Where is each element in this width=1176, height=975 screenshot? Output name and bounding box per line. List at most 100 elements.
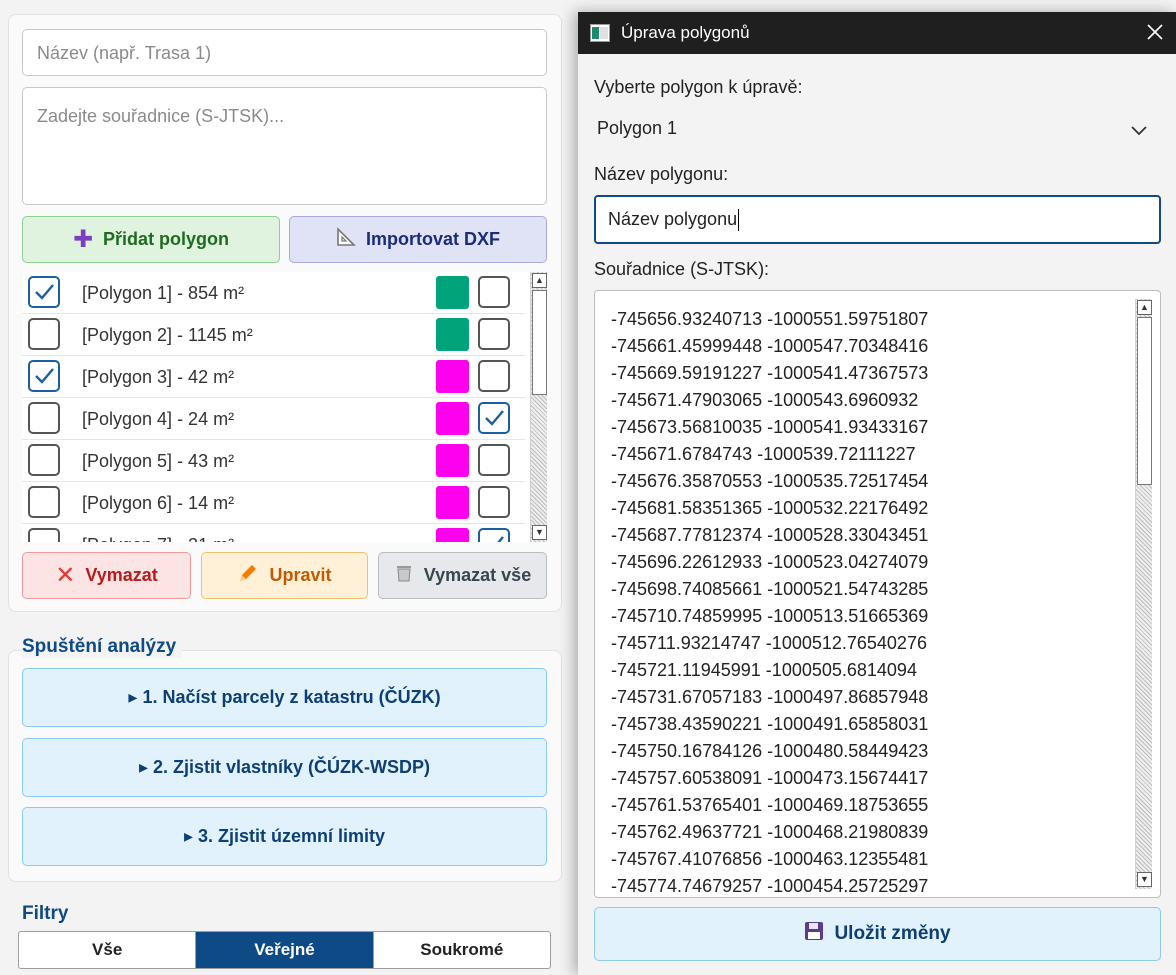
polygon-checkbox[interactable]: [28, 276, 60, 308]
color-swatch[interactable]: [436, 276, 469, 309]
polygon-select[interactable]: Polygon 1: [594, 112, 1161, 148]
find-owners-button[interactable]: ▸ 2. Zjistit vlastníky (ČÚZK-WSDP): [22, 738, 547, 797]
delete-label: Vymazat: [85, 565, 158, 585]
color-swatch[interactable]: [436, 528, 469, 542]
list-item[interactable]: [Polygon 7] - 21 m²: [22, 524, 525, 542]
polygon-label: [Polygon 5] - 43 m²: [82, 451, 235, 471]
edit-label: Upravit: [269, 565, 332, 585]
polygon-label: [Polygon 6] - 14 m²: [82, 493, 235, 513]
polygon-label: [Polygon 7] - 21 m²: [82, 524, 234, 542]
color-swatch[interactable]: [436, 486, 469, 519]
import-dxf-label: Importovat DXF: [365, 229, 500, 249]
visibility-checkbox[interactable]: [478, 402, 510, 434]
visibility-checkbox[interactable]: [478, 276, 510, 308]
list-item[interactable]: [Polygon 5] - 43 m²: [22, 440, 525, 482]
coordinate-line: -745681.58351365 -1000532.22176492: [611, 498, 929, 518]
coordinate-line: -745661.45999448 -1000547.70348416: [611, 336, 929, 356]
filter-private[interactable]: Soukromé: [374, 932, 550, 968]
coordinates-editor[interactable]: -745656.93240713 -1000551.59751807 -74566…: [594, 290, 1161, 898]
visibility-checkbox[interactable]: [478, 486, 510, 518]
list-item[interactable]: [Polygon 3] - 42 m²: [22, 356, 525, 398]
polygon-checkbox[interactable]: [28, 360, 60, 392]
scroll-thumb[interactable]: [532, 290, 547, 395]
load-parcels-button[interactable]: ▸ 1. Načíst parcely z katastru (ČÚZK): [22, 668, 547, 727]
window-icon: [590, 24, 610, 47]
polygon-checkbox[interactable]: [28, 402, 60, 434]
add-polygon-label: Přidat polygon: [103, 229, 230, 249]
polygon-label: [Polygon 3] - 42 m²: [82, 367, 235, 387]
polygon-label: [Polygon 1] - 854 m²: [82, 283, 245, 303]
analysis-title: Spuštění analýzy: [22, 636, 183, 658]
x-icon: ✕: [55, 561, 76, 589]
scroll-up-button[interactable]: ▲: [1137, 300, 1152, 315]
filter-segmented-control: Vše Veřejné Soukromé: [18, 931, 551, 969]
polygon-list-scrollbar[interactable]: ▲ ▼: [530, 272, 547, 542]
list-item[interactable]: [Polygon 2] - 1145 m²: [22, 314, 525, 356]
coordinate-line: -745669.59191227 -1000541.47367573: [611, 363, 929, 383]
coordinate-line: -745767.41076856 -1000463.12355481: [611, 849, 929, 869]
list-item[interactable]: [Polygon 6] - 14 m²: [22, 482, 525, 524]
filter-public[interactable]: Veřejné: [196, 932, 374, 968]
edit-polygons-dialog: Úprava polygonů Vyberte polygon k úpravě…: [578, 12, 1176, 975]
color-swatch[interactable]: [436, 402, 469, 435]
import-dxf-button[interactable]: Importovat DXF: [289, 216, 547, 263]
dialog-title: Úprava polygonů: [621, 23, 750, 42]
list-item[interactable]: [Polygon 4] - 24 m²: [22, 398, 525, 440]
color-swatch[interactable]: [436, 318, 469, 351]
visibility-checkbox[interactable]: [478, 318, 510, 350]
save-changes-label: Uložit změny: [834, 923, 951, 944]
coordinate-line: -745710.74859995 -1000513.51665369: [611, 606, 929, 626]
scroll-down-button[interactable]: ▼: [532, 525, 547, 540]
delete-button[interactable]: ✕ Vymazat: [22, 552, 191, 599]
filter-all[interactable]: Vše: [19, 932, 197, 968]
coordinate-line: -745738.43590221 -1000491.65858031: [611, 714, 929, 734]
coordinates-scrollbar[interactable]: ▲ ▼: [1135, 299, 1152, 889]
visibility-checkbox[interactable]: [478, 444, 510, 476]
polygon-name-field[interactable]: Název polygonu: [594, 195, 1161, 244]
coordinates-textarea[interactable]: Zadejte souřadnice (S-JTSK)...: [22, 87, 547, 205]
polygon-label: [Polygon 4] - 24 m²: [82, 409, 235, 429]
coordinate-line: -745731.67057183 -1000497.86857948: [611, 687, 929, 707]
polygon-checkbox[interactable]: [28, 318, 60, 350]
polygon-list: [Polygon 1] - 854 m² [Polygon 2] - 1145 m…: [22, 272, 547, 542]
save-changes-button[interactable]: Uložit změny: [594, 907, 1161, 961]
coordinate-line: -745711.93214747 -1000512.76540276: [611, 633, 927, 653]
select-polygon-label: Vyberte polygon k úpravě:: [594, 77, 803, 97]
polygon-name-value: Název polygonu: [608, 209, 738, 229]
edit-button[interactable]: Upravit: [201, 552, 368, 599]
floppy-disk-icon: [804, 921, 824, 947]
polygon-checkbox[interactable]: [28, 444, 60, 476]
scroll-thumb[interactable]: [1137, 317, 1152, 485]
visibility-checkbox[interactable]: [478, 360, 510, 392]
coordinate-line: -745671.6784743 -1000539.72111227: [611, 444, 916, 464]
scroll-up-button[interactable]: ▲: [532, 273, 547, 288]
coordinate-line: -745762.49637721 -1000468.21980839: [611, 822, 929, 842]
coordinate-line: -745774.74679257 -1000454.25725297: [611, 876, 929, 896]
polygon-checkbox[interactable]: [28, 486, 60, 518]
trash-icon: [394, 563, 414, 588]
scroll-down-button[interactable]: ▼: [1137, 872, 1152, 887]
pencil-icon: [237, 562, 259, 589]
color-swatch[interactable]: [436, 360, 469, 393]
close-icon[interactable]: [1146, 23, 1164, 46]
coordinate-line: -745761.53765401 -1000469.18753655: [611, 795, 929, 815]
plus-icon: ✚: [72, 225, 94, 253]
polygon-label: [Polygon 2] - 1145 m²: [82, 325, 253, 345]
color-swatch[interactable]: [436, 444, 469, 477]
coordinate-line: -745698.74085661 -1000521.54743285: [611, 579, 929, 599]
list-item[interactable]: [Polygon 1] - 854 m²: [22, 272, 525, 314]
polygon-name-input[interactable]: Název (např. Trasa 1): [22, 29, 547, 76]
clear-all-label: Vymazat vše: [423, 565, 532, 585]
polygon-name-label: Název polygonu:: [594, 164, 729, 184]
coordinate-line: -745696.22612933 -1000523.04274079: [611, 552, 929, 572]
dialog-titlebar[interactable]: Úprava polygonů: [578, 12, 1176, 54]
visibility-checkbox[interactable]: [478, 528, 510, 542]
clear-all-button[interactable]: Vymazat vše: [378, 552, 547, 599]
coordinate-line: -745676.35870553 -1000535.72517454: [611, 471, 929, 491]
polygon-checkbox[interactable]: [28, 528, 60, 542]
coordinate-line: -745687.77812374 -1000528.33043451: [611, 525, 929, 545]
coordinate-line: -745671.47903065 -1000543.6960932: [611, 390, 919, 410]
find-limits-button[interactable]: ▸ 3. Zjistit územní limity: [22, 807, 547, 866]
polygon-select-value: Polygon 1: [597, 118, 678, 138]
add-polygon-button[interactable]: ✚ Přidat polygon: [22, 216, 280, 263]
